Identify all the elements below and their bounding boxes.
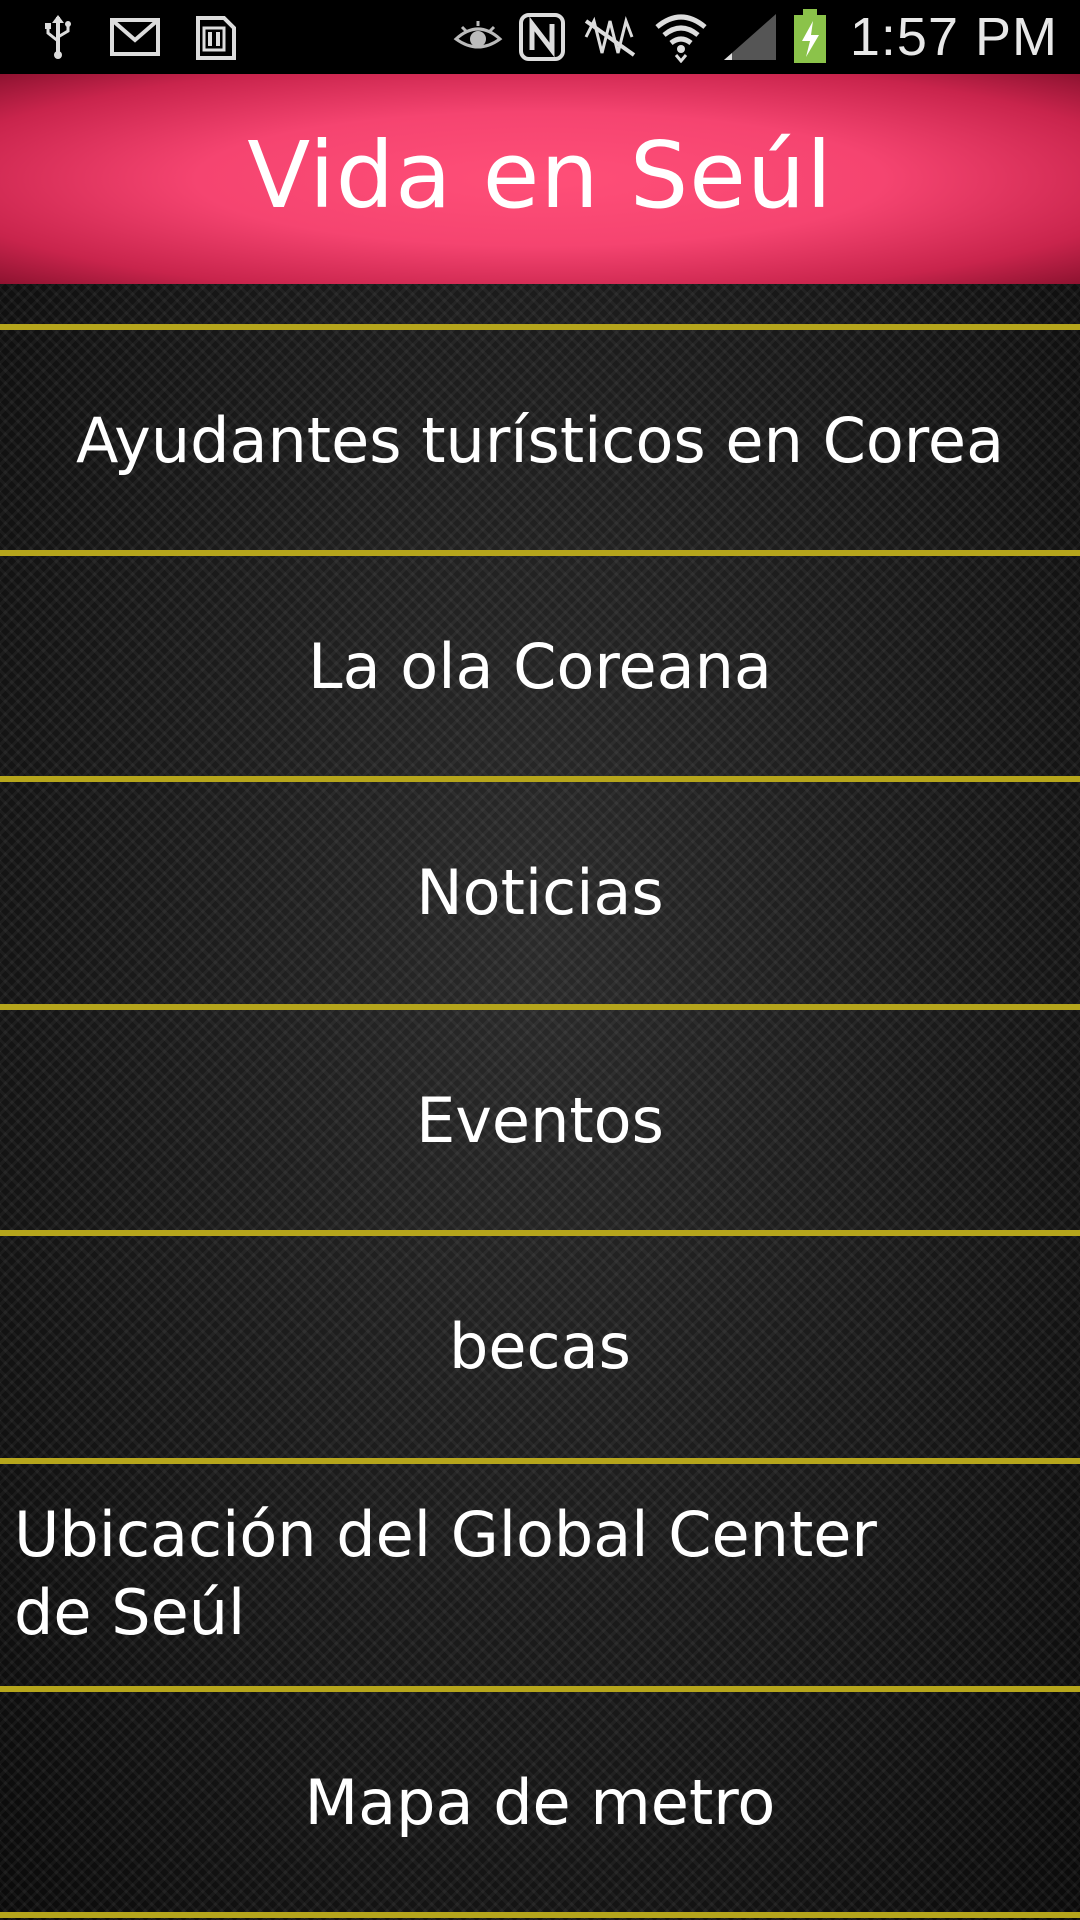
menu-item-becas[interactable]: becas bbox=[0, 1236, 1080, 1456]
menu-item-label: Ubicación del Global Center de Seúl bbox=[14, 1498, 877, 1649]
menu-item-label: Eventos bbox=[416, 1083, 664, 1157]
gmail-icon bbox=[110, 18, 160, 56]
app-header: Vida en Seúl bbox=[0, 74, 1080, 284]
clock-time: 1:57 PM bbox=[849, 7, 1058, 67]
signal-icon bbox=[722, 12, 778, 62]
menu-item-label: La ola Coreana bbox=[308, 629, 772, 703]
menu-item-label: Ayudantes turísticos en Corea bbox=[75, 403, 1005, 477]
battery-charging-icon bbox=[792, 9, 828, 65]
menu-item-label: becas bbox=[449, 1309, 631, 1383]
menu-item-noticias[interactable]: Noticias bbox=[0, 782, 1080, 1002]
menu-item-mapa-de-metro[interactable]: Mapa de metro bbox=[0, 1692, 1080, 1912]
menu-item-ayudantes-turisticos[interactable]: Ayudantes turísticos en Corea bbox=[0, 330, 1080, 550]
status-bar: 1:57 PM bbox=[0, 0, 1080, 74]
menu-item-label: Noticias bbox=[416, 855, 664, 929]
sd-card-icon bbox=[194, 12, 238, 62]
nfc-icon bbox=[518, 12, 566, 62]
usb-icon bbox=[40, 13, 76, 61]
eye-icon bbox=[452, 17, 504, 57]
menu-item-global-center[interactable]: Ubicación del Global Center de Seúl bbox=[0, 1464, 1080, 1684]
list-divider bbox=[0, 1912, 1080, 1918]
wifi-icon bbox=[654, 11, 708, 63]
mute-icon bbox=[580, 15, 640, 59]
menu-item-la-ola-coreana[interactable]: La ola Coreana bbox=[0, 556, 1080, 776]
menu-list: Ayudantes turísticos en Corea La ola Cor… bbox=[0, 284, 1080, 1920]
page-title: Vida en Seúl bbox=[247, 121, 833, 229]
menu-item-eventos[interactable]: Eventos bbox=[0, 1010, 1080, 1230]
menu-item-label: Mapa de metro bbox=[304, 1765, 776, 1839]
